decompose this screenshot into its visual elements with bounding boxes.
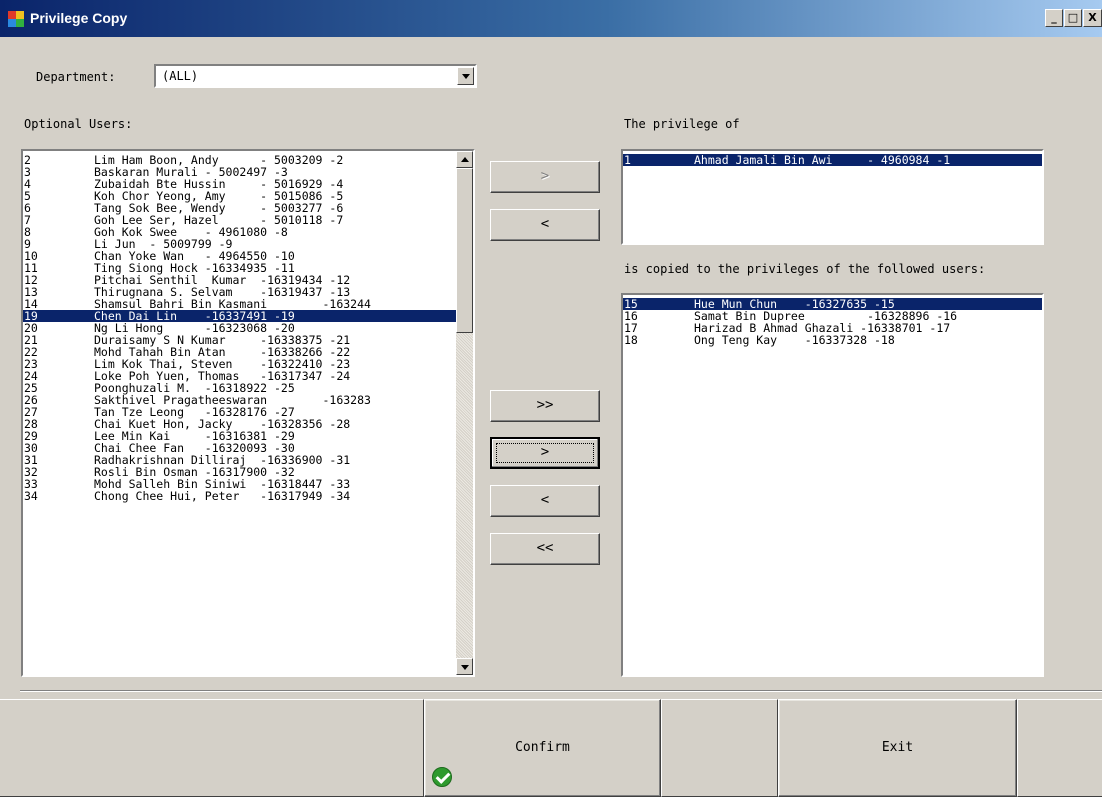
chevron-down-icon — [461, 665, 469, 670]
target-user-rows: 15 Hue Mun Chun -16327635 -15 16 Samat Bin … — [623, 298, 1042, 346]
source-user-list[interactable]: 1 Ahmad Jamali Bin Awi - 4960984 -1 — [621, 149, 1044, 245]
confirm-label: Confirm — [515, 740, 570, 755]
optional-users-rows: 2 Lim Ham Boon, Andy - 5003209 -2 3 Baskara… — [23, 154, 456, 502]
confirm-button[interactable]: Confirm — [424, 699, 661, 797]
close-button[interactable]: X — [1083, 9, 1102, 27]
optional-users-scrollbar[interactable] — [456, 151, 473, 675]
exit-label: Exit — [881, 740, 914, 755]
source-user-rows: 1 Ahmad Jamali Bin Awi - 4960984 -1 — [623, 154, 1042, 166]
source-add-button[interactable]: > — [490, 161, 600, 193]
bottom-panel-middle — [661, 699, 778, 797]
list-item-text: Ahmad Jamali Bin Awi - 4960984 -1 — [694, 153, 951, 167]
maximize-button[interactable]: □ — [1064, 9, 1082, 27]
list-item-text: Chong Chee Hui, Peter -16317949 -34 — [94, 489, 351, 503]
source-remove-button[interactable]: < — [490, 209, 600, 241]
department-selected-value: (ALL) — [162, 69, 199, 83]
scroll-thumb[interactable] — [456, 168, 473, 333]
department-label: Department: — [36, 70, 116, 84]
scroll-down-button[interactable] — [456, 658, 473, 675]
exit-button[interactable]: Exit — [778, 699, 1017, 797]
target-users-label: is copied to the privileges of the follo… — [624, 262, 986, 276]
list-item-number: 34 — [24, 489, 38, 503]
add-all-button[interactable]: >> — [490, 390, 600, 422]
list-item-text: Ong Teng Kay -16337328 -18 — [694, 333, 895, 347]
list-item-number: 1 — [624, 153, 631, 167]
list-item-number: 18 — [624, 333, 638, 347]
bottom-panel-right — [1017, 699, 1102, 797]
scroll-up-button[interactable] — [456, 151, 473, 168]
list-item[interactable]: 34 Chong Chee Hui, Peter -16317949 -34 — [23, 490, 456, 502]
target-users-list[interactable]: 15 Hue Mun Chun -16327635 -15 16 Samat Bin … — [621, 293, 1044, 677]
optional-users-list[interactable]: 2 Lim Ham Boon, Andy - 5003209 -2 3 Baskara… — [21, 149, 475, 677]
chevron-up-icon — [461, 157, 469, 162]
minimize-button[interactable]: _ — [1045, 9, 1063, 27]
optional-users-label: Optional Users: — [24, 117, 133, 131]
add-one-button[interactable]: > — [490, 437, 600, 469]
remove-one-button[interactable]: < — [490, 485, 600, 517]
source-user-label: The privilege of — [624, 117, 740, 131]
window-title: Privilege Copy — [30, 10, 128, 26]
bottom-panel-left — [0, 699, 424, 797]
check-circle-icon — [432, 767, 452, 787]
bottom-separator — [20, 690, 1102, 692]
focus-ring — [496, 443, 594, 463]
remove-all-button[interactable]: << — [490, 533, 600, 565]
dropdown-arrow-icon[interactable] — [457, 67, 474, 85]
app-window-icon — [8, 11, 24, 27]
list-item[interactable]: 1 Ahmad Jamali Bin Awi - 4960984 -1 — [623, 154, 1042, 166]
list-item[interactable]: 18 Ong Teng Kay -16337328 -18 — [623, 334, 1042, 346]
title-bar[interactable]: Privilege Copy _ □ X — [0, 0, 1102, 37]
department-select[interactable]: (ALL) — [154, 64, 477, 88]
list-item[interactable]: 8 Goh Kok Swee - 4961080 -8 — [23, 226, 456, 238]
